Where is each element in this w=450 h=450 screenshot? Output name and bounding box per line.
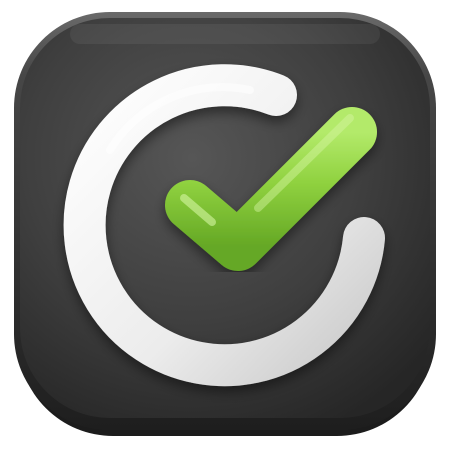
check-circle-app-icon bbox=[14, 12, 436, 436]
icon-canvas bbox=[0, 0, 450, 450]
tile-highlight bbox=[70, 24, 380, 44]
